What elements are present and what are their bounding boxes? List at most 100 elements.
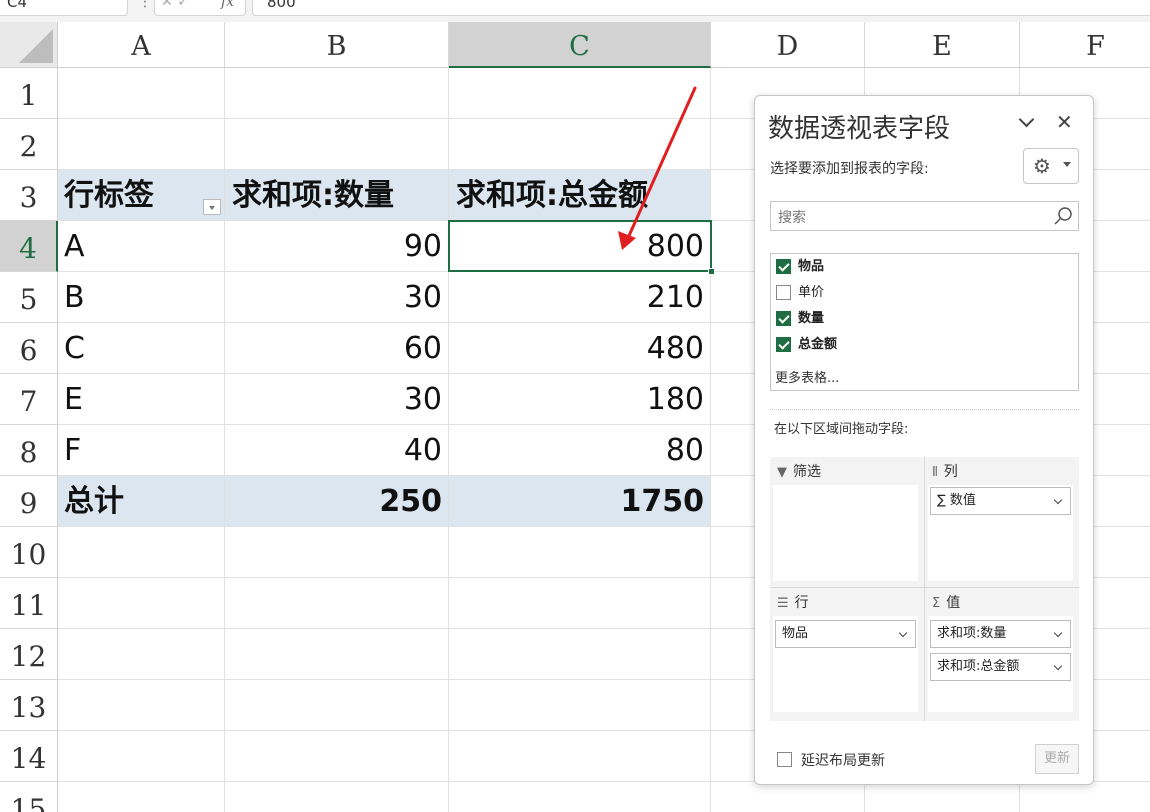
divider <box>924 457 925 721</box>
panel-subtitle: 选择要添加到报表的字段: <box>770 161 929 177</box>
row-header-12[interactable]: 12 <box>0 629 58 680</box>
filter-icon: ▼ <box>777 465 787 480</box>
row-header-6[interactable]: 6 <box>0 323 58 374</box>
pivot-total-qty[interactable]: 250 <box>225 476 448 527</box>
row-header-8[interactable]: 8 <box>0 425 58 476</box>
divider <box>770 409 1079 410</box>
pivot-item-label[interactable]: A <box>64 221 85 272</box>
field-label: 物品 <box>798 259 825 274</box>
pivot-item-label[interactable]: F <box>64 425 81 476</box>
column-header-a[interactable]: A <box>58 22 225 68</box>
filter-drop-zone[interactable] <box>773 485 918 581</box>
column-header-c[interactable]: C <box>449 22 711 68</box>
formula-bar-splitter[interactable]: ⋮ <box>138 0 152 10</box>
active-cell-selection <box>448 220 715 275</box>
pivot-item-amount[interactable]: 180 <box>449 374 710 425</box>
row-header-2[interactable]: 2 <box>0 119 58 170</box>
fill-handle[interactable] <box>708 268 715 275</box>
chip-label: 求和项:总金额 <box>937 659 1020 674</box>
pivot-item-amount[interactable]: 210 <box>449 272 710 323</box>
formula-controls: ✕ ✓ fx <box>154 0 246 16</box>
column-header-f[interactable]: F <box>1020 22 1150 68</box>
column-header-b[interactable]: B <box>225 22 449 68</box>
formula-input[interactable]: 800 <box>252 0 1150 16</box>
pivot-item-qty[interactable]: 30 <box>225 374 448 425</box>
more-tables-link[interactable]: 更多表格... <box>775 367 839 386</box>
chip-label: 求和项:数量 <box>937 626 1007 641</box>
field-search-input[interactable]: 搜索 <box>770 201 1079 231</box>
field-label: 单价 <box>798 285 825 300</box>
filter-area[interactable]: ▼ 筛选 <box>773 457 918 587</box>
rows-drop-zone[interactable]: 物品 <box>773 616 918 712</box>
name-box[interactable]: C4 <box>0 0 128 16</box>
close-icon[interactable]: ✕ <box>1056 112 1073 132</box>
pivot-item-label[interactable]: E <box>64 374 83 425</box>
columns-drop-zone[interactable]: ∑ 数值 <box>928 485 1073 581</box>
filter-area-label: 筛选 <box>793 464 821 480</box>
pivot-item-amount[interactable]: 480 <box>449 323 710 374</box>
column-header-e[interactable]: E <box>865 22 1020 68</box>
chevron-down-icon <box>1053 628 1063 638</box>
pivot-sum-qty-header[interactable]: 求和项:数量 <box>232 170 394 221</box>
row-header-9[interactable]: 9 <box>0 476 58 527</box>
field-label: 总金额 <box>798 337 838 352</box>
row-header-13[interactable]: 13 <box>0 680 58 731</box>
pivot-item-amount[interactable]: 80 <box>449 425 710 476</box>
update-button[interactable]: 更新 <box>1035 744 1079 774</box>
field-label: 数量 <box>798 311 825 326</box>
rows-icon: ☰ <box>777 596 789 611</box>
column-header-d[interactable]: D <box>711 22 865 68</box>
checkbox-unchecked[interactable] <box>776 285 791 300</box>
row-header-3[interactable]: 3 <box>0 170 58 221</box>
pivot-item-qty[interactable]: 30 <box>225 272 448 323</box>
pivot-item-qty[interactable]: 90 <box>225 221 448 272</box>
row-header-1[interactable]: 1 <box>0 68 58 119</box>
row-header-10[interactable]: 10 <box>0 527 58 578</box>
values-area[interactable]: Σ值 求和项:数量 求和项:总金额 <box>928 588 1073 718</box>
chevron-down-icon <box>1053 661 1063 671</box>
checkbox-checked[interactable] <box>776 259 791 274</box>
panel-title: 数据透视表字段 <box>768 114 951 144</box>
columns-area[interactable]: ⦀ 列 ∑ 数值 <box>928 457 1073 587</box>
pivot-total-label[interactable]: 总计 <box>64 476 124 527</box>
search-placeholder: 搜索 <box>778 210 806 226</box>
chip-label: 物品 <box>782 626 809 641</box>
rows-field-chip[interactable]: 物品 <box>775 620 916 648</box>
chevron-down-icon <box>1053 495 1063 505</box>
values-field-chip[interactable]: 求和项:数量 <box>930 620 1071 648</box>
insert-function-icon[interactable]: fx <box>221 0 234 11</box>
row-header-7[interactable]: 7 <box>0 374 58 425</box>
defer-layout-update-label: 延迟布局更新 <box>801 753 885 769</box>
confirm-icon[interactable]: ✓ <box>177 0 189 10</box>
row-header-11[interactable]: 11 <box>0 578 58 629</box>
row-header-15[interactable]: 15 <box>0 782 58 812</box>
search-icon <box>1054 207 1072 225</box>
filter-dropdown-button[interactable] <box>203 199 221 215</box>
pivot-sum-amount-header[interactable]: 求和项:总金额 <box>456 170 648 221</box>
columns-field-chip[interactable]: ∑ 数值 <box>930 487 1071 515</box>
pivot-item-label[interactable]: B <box>64 272 85 323</box>
pivot-field-panel: 数据透视表字段 ✕ 选择要添加到报表的字段: ⚙ 搜索 物品 单价 数量 总金额… <box>754 95 1094 785</box>
tools-button[interactable]: ⚙ <box>1023 148 1079 184</box>
drag-fields-label: 在以下区域间拖动字段: <box>774 422 909 437</box>
rows-area[interactable]: ☰ 行 物品 <box>773 588 918 718</box>
checkbox-unchecked[interactable] <box>777 752 792 767</box>
values-field-chip[interactable]: 求和项:总金额 <box>930 653 1071 681</box>
row-header-14[interactable]: 14 <box>0 731 58 782</box>
pivot-item-qty[interactable]: 60 <box>225 323 448 374</box>
pivot-item-label[interactable]: C <box>64 323 85 374</box>
pivot-item-qty[interactable]: 40 <box>225 425 448 476</box>
checkbox-checked[interactable] <box>776 311 791 326</box>
row-header-4[interactable]: 4 <box>0 221 58 272</box>
checkbox-checked[interactable] <box>776 337 791 352</box>
pivot-total-amount[interactable]: 1750 <box>449 476 710 527</box>
panel-options-chevron-icon[interactable] <box>1017 112 1037 132</box>
gear-icon: ⚙ <box>1033 154 1051 178</box>
values-drop-zone[interactable]: 求和项:数量 求和项:总金额 <box>928 616 1073 712</box>
pivot-row-label-header[interactable]: 行标签 <box>64 170 154 221</box>
chevron-down-icon <box>898 628 908 638</box>
select-all-corner[interactable] <box>0 22 58 68</box>
row-header-5[interactable]: 5 <box>0 272 58 323</box>
cancel-icon[interactable]: ✕ <box>161 0 173 10</box>
chip-label: ∑ 数值 <box>937 493 976 508</box>
